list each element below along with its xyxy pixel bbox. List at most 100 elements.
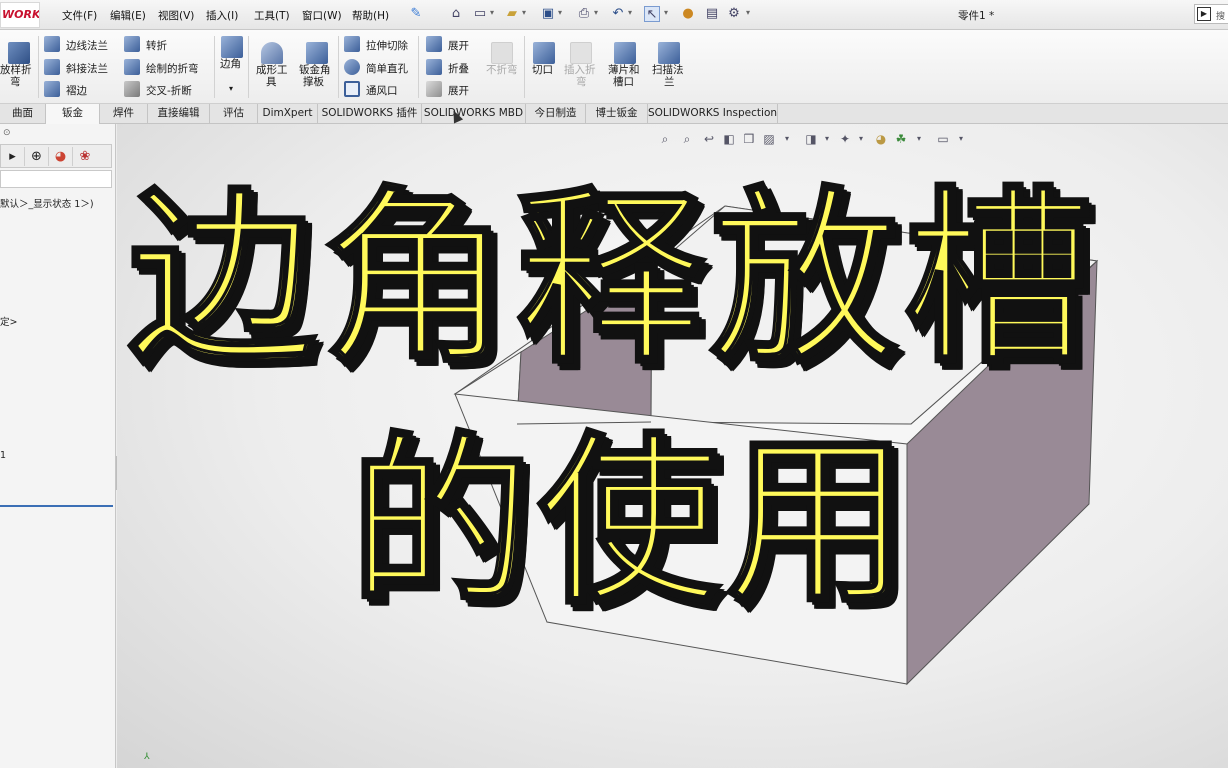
search-commands-icon[interactable]: ▶ (1197, 7, 1211, 21)
tab-solidworks-inspection[interactable]: SOLIDWORKS Inspection (648, 104, 778, 124)
rip-button[interactable]: 切口 (532, 62, 553, 77)
display-manager-pie-icon[interactable]: ◕ (49, 147, 73, 166)
flatten-icon[interactable] (426, 81, 442, 97)
select-arrow-icon[interactable]: ↖ (644, 6, 660, 22)
unfold-icon[interactable] (426, 36, 442, 52)
corners-icon[interactable] (221, 36, 243, 58)
menu-window[interactable]: 窗口(W) (302, 8, 342, 23)
undo-icon[interactable]: ↶ (610, 6, 626, 22)
tree-item-label[interactable]: 定> (0, 314, 17, 328)
extruded-cut-button[interactable]: 拉伸切除 (366, 38, 408, 53)
tab-weldments[interactable]: 焊件 (100, 104, 148, 124)
gusset-label-2[interactable]: 撑板 (303, 74, 324, 89)
menu-tools[interactable]: 工具(T) (254, 8, 290, 23)
lofted-bend-label-2[interactable]: 弯 (10, 74, 21, 89)
save-dropdown-icon[interactable]: ▾ (558, 8, 562, 17)
rebuild-traffic-light-icon[interactable]: ● (680, 6, 696, 22)
edge-flange-button[interactable]: 边线法兰 (66, 38, 108, 53)
cross-break-button[interactable]: 交叉-折断 (146, 83, 192, 98)
corners-button[interactable]: 边角 (220, 56, 241, 71)
menu-view[interactable]: 视图(V) (158, 8, 194, 23)
undo-dropdown-icon[interactable]: ▾ (628, 8, 632, 17)
home-icon[interactable]: ⌂ (448, 6, 464, 22)
options-gear-icon[interactable]: ⚙ (726, 6, 742, 22)
hem-icon[interactable] (44, 81, 60, 97)
overlay-title-line2: 的使用 (349, 415, 914, 630)
tab-sheet-metal[interactable]: 钣金 (46, 104, 100, 124)
tab-today-manufacturing[interactable]: 今日制造 (526, 104, 586, 124)
unfold-button[interactable]: 展开 (448, 38, 469, 53)
swept-flange-icon[interactable] (658, 42, 680, 64)
new-file-dropdown-icon[interactable]: ▾ (490, 8, 494, 17)
ribbon-separator (248, 36, 249, 98)
reference-triad-icon: ⅄ (144, 752, 150, 762)
simple-hole-button[interactable]: 简单直孔 (366, 61, 408, 76)
sketched-bend-icon[interactable] (124, 59, 140, 75)
appearance-icon[interactable]: ❀ (73, 147, 97, 166)
vent-icon[interactable] (344, 81, 360, 97)
overlay-title-line1: 边角释放槽 (127, 169, 1098, 391)
tab-solidworks-mbd[interactable]: SOLIDWORKS MBD (422, 104, 526, 124)
panel-tab-toolbar: ▸ ⊕ ◕ ❀ (0, 144, 112, 168)
extruded-cut-icon[interactable] (344, 36, 360, 52)
jog-button[interactable]: 转折 (146, 38, 167, 53)
miter-flange-icon[interactable] (44, 59, 60, 75)
tab-dr-sheet-metal[interactable]: 博士钣金 (586, 104, 648, 124)
swept-flange-label-2[interactable]: 兰 (664, 74, 675, 89)
select-dropdown-icon[interactable]: ▾ (664, 8, 668, 17)
file-properties-icon[interactable]: ▤ (704, 6, 720, 22)
menu-edit[interactable]: 编辑(E) (110, 8, 146, 23)
tab-and-slot-label-2[interactable]: 槽口 (613, 74, 634, 89)
menu-help[interactable]: 帮助(H) (352, 8, 389, 23)
hem-button[interactable]: 褶边 (66, 83, 87, 98)
fold-button[interactable]: 折叠 (448, 61, 469, 76)
tab-solidworks-addins[interactable]: SOLIDWORKS 插件 (318, 104, 422, 124)
insert-bends-label-2[interactable]: 弯 (576, 74, 587, 89)
panel-collapse-icon[interactable]: ⊙ (3, 128, 11, 138)
command-manager-tabs: 曲面 钣金 焊件 直接编辑 评估 DimXpert SOLIDWORKS 插件 … (0, 104, 1228, 124)
save-icon[interactable]: ▣ (540, 6, 556, 22)
tab-and-slot-icon[interactable] (614, 42, 636, 64)
menu-file[interactable]: 文件(F) (62, 8, 97, 23)
new-file-icon[interactable]: ▭ (472, 6, 488, 22)
tab-dimxpert[interactable]: DimXpert (258, 104, 318, 124)
open-dropdown-icon[interactable]: ▾ (522, 8, 526, 17)
insert-bends-icon[interactable] (570, 42, 592, 64)
options-dropdown-icon[interactable]: ▾ (746, 8, 750, 17)
forming-tool-icon[interactable] (261, 42, 283, 64)
menu-insert[interactable]: 插入(I) (206, 8, 238, 23)
cross-break-icon[interactable] (124, 81, 140, 97)
solidworks-logo: WORKS (0, 2, 40, 28)
print-dropdown-icon[interactable]: ▾ (594, 8, 598, 17)
no-bends-icon[interactable] (491, 42, 513, 64)
tab-surfaces[interactable]: 曲面 (0, 104, 46, 124)
simple-hole-icon[interactable] (344, 59, 360, 75)
tree-config-label[interactable]: 默认＞_显示状态 1＞) (0, 196, 94, 210)
sketched-bend-button[interactable]: 绘制的折弯 (146, 61, 199, 76)
miter-flange-button[interactable]: 斜接法兰 (66, 61, 108, 76)
tree-filter-input[interactable] (0, 170, 112, 188)
tab-evaluate[interactable]: 评估 (210, 104, 258, 124)
rip-icon[interactable] (533, 42, 555, 64)
feature-tree-tab-icon[interactable]: ▸ (1, 147, 25, 166)
flatten-button[interactable]: 展开 (448, 83, 469, 98)
tab-direct-editing[interactable]: 直接编辑 (148, 104, 210, 124)
no-bends-button[interactable]: 不折弯 (486, 62, 518, 77)
lofted-bend-icon[interactable] (8, 42, 30, 64)
ribbon-separator (38, 36, 39, 98)
tree-item-number[interactable]: 1 (0, 450, 6, 461)
rollback-bar[interactable] (0, 505, 113, 507)
print-icon[interactable]: ⎙ (576, 6, 592, 22)
forming-tool-label-2[interactable]: 具 (266, 74, 277, 89)
fold-icon[interactable] (426, 59, 442, 75)
pin-icon[interactable]: ✎ (408, 6, 424, 22)
open-folder-icon[interactable]: ▰ (504, 6, 520, 22)
dimxpert-crosshair-icon[interactable]: ⊕ (25, 147, 49, 166)
ribbon-separator (214, 36, 215, 98)
corners-dropdown-icon[interactable]: ▾ (229, 84, 233, 93)
edge-flange-icon[interactable] (44, 36, 60, 52)
jog-icon[interactable] (124, 36, 140, 52)
ribbon-separator (418, 36, 419, 98)
sheet-metal-gusset-icon[interactable] (306, 42, 328, 64)
vent-button[interactable]: 通风口 (366, 83, 398, 98)
